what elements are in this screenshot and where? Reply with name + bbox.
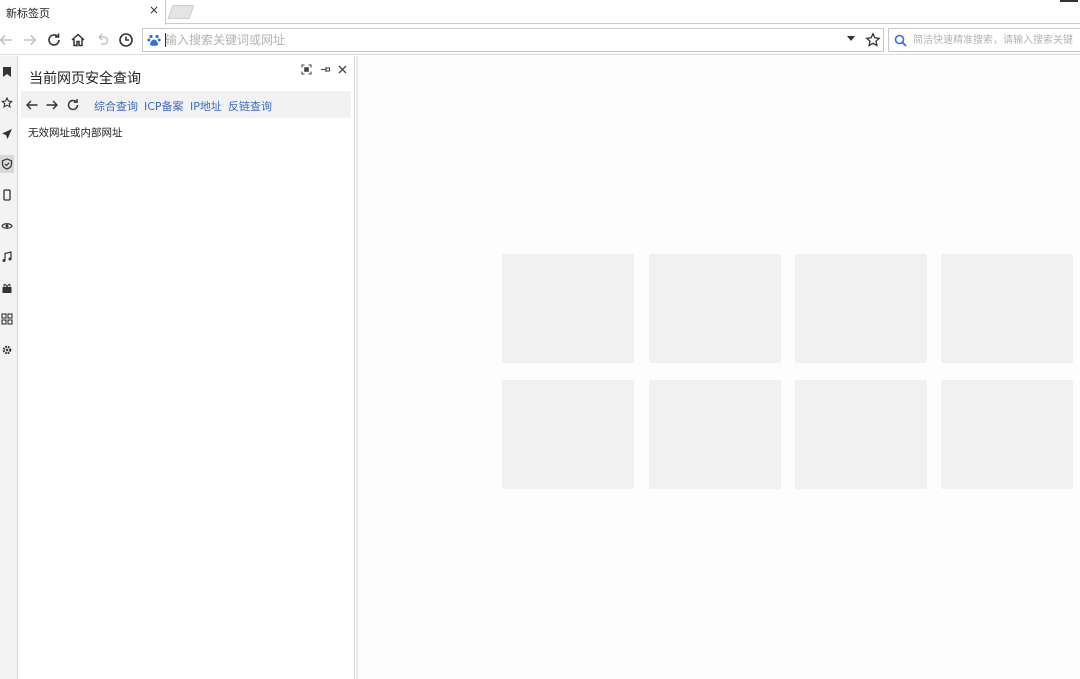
phone-icon[interactable] [0, 186, 14, 204]
home-icon[interactable] [69, 31, 87, 49]
gift-icon[interactable] [0, 279, 14, 297]
toolbar [0, 25, 1080, 55]
link-backlink-query[interactable]: 反链查询 [228, 98, 272, 114]
panel-reload-icon[interactable] [65, 97, 81, 113]
tab-new-tab[interactable]: 新标签页 × [0, 0, 166, 25]
speed-dial-tile[interactable] [649, 254, 781, 363]
bookmark-icon[interactable] [0, 63, 14, 81]
speed-dial-tile[interactable] [941, 254, 1073, 363]
sidebar-rail [0, 56, 18, 679]
close-icon[interactable] [335, 62, 349, 76]
back-icon[interactable] [0, 31, 15, 49]
send-icon[interactable] [0, 125, 14, 143]
speed-dial-tile[interactable] [502, 254, 634, 363]
fullscreen-icon[interactable] [299, 62, 313, 76]
text-caret [165, 33, 166, 47]
panel-back-icon[interactable] [24, 97, 40, 113]
shield-icon[interactable] [0, 155, 14, 173]
link-comprehensive-query[interactable]: 综合查询 [94, 98, 138, 114]
speed-dial-tile[interactable] [649, 380, 781, 489]
panel-forward-icon[interactable] [44, 97, 60, 113]
link-ip-address[interactable]: IP地址 [190, 98, 222, 114]
search-icon [894, 34, 907, 47]
address-input[interactable] [165, 31, 815, 49]
gear-icon[interactable] [0, 341, 14, 359]
link-icp-record[interactable]: ICP备案 [144, 98, 184, 114]
speed-dial-tile[interactable] [795, 254, 927, 363]
history-icon[interactable] [117, 31, 135, 49]
status-message: 无效网址或内部网址 [28, 127, 123, 139]
new-tab-page [358, 56, 1080, 679]
dropdown-arrow-icon[interactable] [847, 36, 855, 41]
undo-close-icon[interactable] [93, 31, 111, 49]
reload-icon[interactable] [45, 31, 63, 49]
panel-navbar: 综合查询 ICP备案 IP地址 反链查询 [21, 91, 351, 118]
favorite-star-icon[interactable] [0, 94, 14, 112]
eye-icon[interactable] [0, 217, 14, 235]
search-input[interactable] [913, 32, 1080, 48]
address-bar[interactable] [142, 28, 884, 52]
security-query-panel: 当前网页安全查询 综合查询 ICP备案 IP地址 反链查询 无效网址或内部网址 [18, 56, 355, 679]
tab-close-icon[interactable]: × [148, 4, 160, 16]
tab-strip: 新标签页 × [0, 0, 1080, 25]
tab-title: 新标签页 [6, 7, 50, 20]
forward-icon[interactable] [21, 31, 39, 49]
baidu-paw-icon [147, 34, 161, 46]
speed-dial-tile[interactable] [502, 380, 634, 489]
new-tab-button[interactable] [167, 5, 195, 19]
pin-icon[interactable] [318, 62, 332, 76]
speed-dial-tile[interactable] [941, 380, 1073, 489]
window-minimize-icon[interactable] [1060, 0, 1078, 2]
search-box[interactable] [888, 28, 1080, 52]
apps-icon[interactable] [0, 310, 14, 328]
bookmark-star-icon[interactable] [865, 32, 881, 48]
music-note-icon[interactable] [0, 248, 14, 266]
speed-dial-tile[interactable] [795, 380, 927, 489]
panel-title: 当前网页安全查询 [29, 71, 141, 87]
